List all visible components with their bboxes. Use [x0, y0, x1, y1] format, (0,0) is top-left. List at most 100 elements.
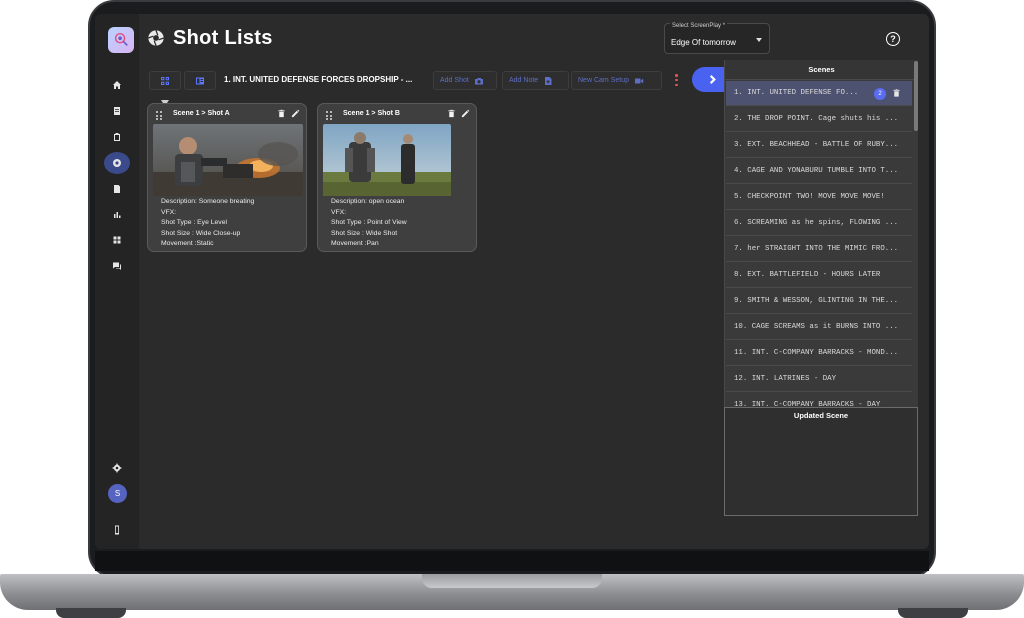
scene-list-item[interactable]: 8. EXT. BATTLEFIELD - HOURS LATER: [726, 263, 912, 288]
scene-list-item-label: 11. INT. C-COMPANY BARRACKS - MOND...: [734, 349, 899, 357]
sidebar-item-mobile[interactable]: [105, 520, 129, 540]
laptop-foot-right: [898, 608, 968, 618]
new-cam-setup-label: New Cam Setup: [578, 77, 629, 84]
scene-list-item[interactable]: 10. CAGE SCREAMS as it BURNS INTO ...: [726, 315, 912, 340]
shot-title: Scene 1 > Shot B: [343, 110, 400, 117]
sidebar-item-grid[interactable]: [105, 230, 129, 250]
scene-list-item-label: 8. EXT. BATTLEFIELD - HOURS LATER: [734, 271, 881, 279]
chevron-down-icon: [756, 38, 762, 42]
shot-vfx: VFX:: [331, 208, 347, 216]
delete-icon[interactable]: [447, 109, 456, 118]
app-logo[interactable]: [108, 27, 134, 53]
scene-list-item-label: 4. CAGE AND YONABURU TUMBLE INTO T...: [734, 167, 899, 175]
shot-card[interactable]: Scene 1 > Shot B Description: open ocean…: [317, 103, 477, 252]
shot-description: Description: Someone breating: [161, 198, 255, 205]
shot-type: Shot Type : Eye Level: [161, 219, 227, 227]
scene-list-item-label: 7. her STRAIGHT INTO THE MIMIC FRO...: [734, 245, 899, 253]
shot-type: Shot Type : Point of View: [331, 219, 407, 227]
script-icon: [114, 107, 120, 115]
sidebar-item-chat[interactable]: [105, 256, 129, 276]
scene-list-item[interactable]: 9. SMITH & WESSON, GLINTING IN THE...: [726, 289, 912, 314]
scene-list-item-label: 10. CAGE SCREAMS as it BURNS INTO ...: [734, 323, 899, 331]
document-icon: [114, 185, 120, 193]
sidebar-item-settings[interactable]: [105, 458, 129, 478]
sidebar-item-clipboard[interactable]: [105, 127, 129, 147]
page-title: Shot Lists: [173, 27, 273, 49]
aperture-icon: [148, 30, 164, 46]
shot-description: Description: open ocean: [331, 198, 405, 205]
laptop-frame: S Shot Lists Select ScreenPlay * Edge Of…: [0, 0, 1024, 618]
video-camera-icon: [634, 78, 644, 83]
screenplay-select-label: Select ScreenPlay *: [670, 23, 728, 29]
add-note-button[interactable]: Add Note: [502, 71, 569, 90]
scenes-scrollbar[interactable]: [914, 61, 918, 131]
shot-vfx: VFX:: [161, 208, 177, 216]
scene-list-item-label: 5. CHECKPOINT TWO! MOVE MOVE MOVE!: [734, 193, 885, 201]
clipboard-icon: [114, 133, 120, 141]
updated-scene-title: Updated Scene: [793, 411, 849, 420]
scene-list-item[interactable]: 2. THE DROP POINT. Cage shuts his ...: [726, 107, 912, 132]
new-cam-setup-button[interactable]: New Cam Setup: [571, 71, 662, 90]
add-note-label: Add Note: [509, 77, 539, 84]
shot-thumbnail: [323, 124, 451, 196]
delete-icon[interactable]: [892, 88, 901, 98]
avatar[interactable]: S: [108, 484, 127, 503]
scene-list-item[interactable]: 1. INT. UNITED DEFENSE FO... 2: [726, 81, 912, 106]
scene-list-item-label: 9. SMITH & WESSON, GLINTING IN THE...: [734, 297, 899, 305]
scene-list-item[interactable]: 6. SCREAMING as he spins, FLOWING ...: [726, 211, 912, 236]
sidebar-item-chart[interactable]: [105, 205, 129, 225]
grid-icon: [113, 236, 121, 244]
scene-list-item-label: 3. EXT. BEACHHEAD - BATTLE OF RUBY...: [734, 141, 899, 149]
shot-list-icon: [113, 159, 121, 167]
shot-size: Shot Size : Wide Close-up: [161, 229, 241, 237]
sidebar-item-home[interactable]: [105, 75, 129, 95]
scene-list-item[interactable]: 3. EXT. BEACHHEAD - BATTLE OF RUBY...: [726, 133, 912, 158]
scene-list-item-label: 6. SCREAMING as he spins, FLOWING ...: [734, 219, 899, 227]
chat-icon: [113, 262, 121, 270]
home-icon: [113, 81, 121, 89]
help-icon[interactable]: ?: [886, 32, 900, 46]
scene-list-item[interactable]: 12. INT. LATRINES - DAY: [726, 367, 912, 392]
grid-view-button[interactable]: [149, 71, 181, 90]
delete-icon[interactable]: [277, 109, 286, 118]
add-shot-button[interactable]: Add Shot: [433, 71, 497, 90]
sidebar-item-shot-list[interactable]: [104, 152, 130, 174]
grid-view-icon: [161, 76, 169, 85]
updated-scene-panel: Updated Scene: [724, 407, 918, 516]
panel-view-button[interactable]: [184, 71, 216, 90]
drag-handle-icon[interactable]: [156, 111, 163, 121]
sidebar-item-script[interactable]: [105, 101, 129, 121]
shot-thumbnail: [153, 124, 303, 196]
scenes-panel: Scenes 1. INT. UNITED DEFENSE FO... 2 2. T…: [724, 60, 918, 418]
scene-list-item-label: 2. THE DROP POINT. Cage shuts his ...: [734, 115, 899, 123]
gear-icon: [112, 463, 122, 473]
scene-list-item[interactable]: 11. INT. C-COMPANY BARRACKS - MOND...: [726, 341, 912, 366]
app-screen: S Shot Lists Select ScreenPlay * Edge Of…: [95, 14, 929, 549]
current-scene-heading: 1. INT. UNITED DEFENSE FORCES DROPSHIP -…: [224, 75, 413, 84]
sidebar: S: [95, 14, 139, 549]
laptop-chin: [95, 551, 929, 571]
scene-list-item[interactable]: 7. her STRAIGHT INTO THE MIMIC FRO...: [726, 237, 912, 262]
laptop-notch: [422, 574, 602, 588]
panel-view-icon: [196, 77, 204, 84]
shot-card[interactable]: Scene 1 > Shot A Description: Someone br…: [147, 103, 307, 252]
scene-list-item[interactable]: 4. CAGE AND YONABURU TUMBLE INTO T...: [726, 159, 912, 184]
edit-icon[interactable]: [461, 109, 470, 118]
scene-list-item-label: 12. INT. LATRINES - DAY: [734, 375, 837, 383]
shot-movement: Movement :Pan: [331, 240, 379, 248]
laptop-foot-left: [56, 608, 126, 618]
drag-handle-icon[interactable]: [326, 111, 333, 121]
screenplay-select[interactable]: Select ScreenPlay * Edge Of tomorrow: [664, 23, 770, 54]
screenplay-select-value: Edge Of tomorrow: [671, 38, 736, 47]
scene-list-item-label: 1. INT. UNITED DEFENSE FO...: [734, 89, 859, 97]
sidebar-item-document[interactable]: [105, 179, 129, 199]
chart-icon: [114, 212, 121, 218]
more-options-icon[interactable]: [675, 74, 678, 86]
scene-list-item[interactable]: 5. CHECKPOINT TWO! MOVE MOVE MOVE!: [726, 185, 912, 210]
add-shot-label: Add Shot: [440, 77, 469, 84]
add-camera-icon: [474, 77, 483, 84]
edit-icon[interactable]: [291, 109, 300, 118]
shot-count-badge: 2: [874, 88, 886, 100]
add-note-icon: [545, 76, 552, 85]
shot-title: Scene 1 > Shot A: [173, 110, 230, 117]
